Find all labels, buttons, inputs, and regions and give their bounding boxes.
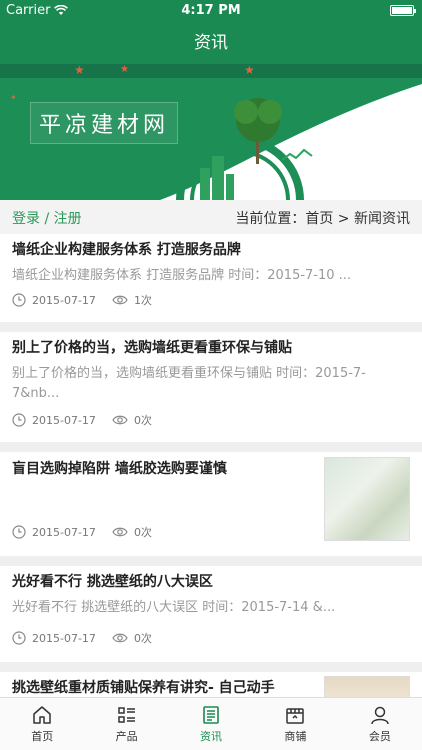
clock-icon [12,413,26,427]
article-title: 挑选壁纸重材质铺贴保养有讲究- 自己动手 [12,680,275,696]
article-summary: 墙纸企业构建服务体系 打造服务品牌 时间：2015-7-10 ... [12,268,352,283]
list-item[interactable]: 光好看不行 挑选壁纸的八大误区 光好看不行 挑选壁纸的八大误区 时间：2015-… [0,566,422,662]
status-bar: Carrier 4:17 PM [0,0,422,22]
tab-home[interactable]: 首页 [0,698,84,750]
tab-label: 商铺 [284,730,307,743]
breadcrumb: 当前位置：首页 > 新闻资讯 [235,211,410,227]
article-meta: 2015-07-17 0次 [12,412,152,428]
list-item[interactable]: 盲目选购掉陷阱 墙纸胶选购要谨慎 2015-07-17 0次 [0,452,422,556]
eye-icon [112,527,128,537]
status-time: 4:17 PM [181,3,241,18]
eye-icon [112,295,128,305]
article-thumbnail [324,676,410,697]
tab-member[interactable]: 会员 [338,698,422,750]
article-date: 2015-07-17 [32,293,96,307]
tab-label: 产品 [115,730,138,743]
svg-text:★: ★ [74,64,85,77]
article-date: 2015-07-17 [32,413,96,427]
article-date: 2015-07-17 [32,631,96,645]
article-title: 盲目选购掉陷阱 墙纸胶选购要谨慎 [12,461,227,477]
list-item[interactable]: 墙纸企业构建服务体系 打造服务品牌 墙纸企业构建服务体系 打造服务品牌 时间：2… [0,234,422,322]
article-summary: 光好看不行 挑选壁纸的八大误区 时间：2015-7-14 &... [12,600,336,615]
article-views: 1次 [133,294,152,307]
tab-shops[interactable]: 商铺 [253,698,337,750]
article-date: 2015-07-17 [32,525,96,539]
news-icon [203,706,219,724]
clock-icon [12,631,26,645]
eye-icon [112,633,128,643]
article-meta: 2015-07-17 1次 [12,292,152,308]
article-summary: 别上了价格的当，选购墙纸更看重环保与铺贴 时间：2015-7-7&nb... [12,366,366,401]
article-views: 0次 [133,526,152,539]
clock-icon [12,525,26,539]
user-icon [371,706,389,725]
tab-label: 会员 [368,730,391,743]
page-title: 资讯 [0,22,422,64]
list-item[interactable]: 别上了价格的当，选购墙纸更看重环保与铺贴 别上了价格的当，选购墙纸更看重环保与铺… [0,332,422,442]
svg-text:★: ★ [120,64,129,75]
svg-text:★: ★ [244,64,255,77]
svg-text:✦: ✦ [10,93,17,102]
article-meta: 2015-07-17 0次 [12,630,152,646]
article-title: 别上了价格的当，选购墙纸更看重环保与铺贴 [12,340,292,356]
banner[interactable]: ★ ★ ★ ✦ 平凉建材网 [0,64,422,200]
clock-icon [12,293,26,307]
shop-icon [286,708,305,724]
banner-title: 平凉建材网 [30,102,179,144]
login-register-link[interactable]: 登录 / 注册 [12,208,82,228]
list-item[interactable]: 挑选壁纸重材质铺贴保养有讲究- 自己动手 [0,672,422,697]
tab-bar: 首页 产品 资讯 商铺 会员 [0,697,422,750]
tab-label: 资讯 [200,730,223,743]
tab-label: 首页 [31,730,54,743]
battery-icon [390,5,416,16]
list-icon [117,707,135,723]
eye-icon [112,415,128,425]
article-title: 光好看不行 挑选壁纸的八大误区 [12,574,213,590]
article-thumbnail [324,457,410,541]
tab-news[interactable]: 资讯 [169,698,253,750]
article-meta: 2015-07-17 0次 [12,524,152,540]
article-list: 墙纸企业构建服务体系 打造服务品牌 墙纸企业构建服务体系 打造服务品牌 时间：2… [0,234,422,697]
tab-products[interactable]: 产品 [84,698,168,750]
article-views: 0次 [133,632,152,645]
crumb-bar: 登录 / 注册 当前位置：首页 > 新闻资讯 [0,200,422,234]
article-title: 墙纸企业构建服务体系 打造服务品牌 [12,242,241,258]
home-icon [33,706,51,724]
article-views: 0次 [133,414,152,427]
